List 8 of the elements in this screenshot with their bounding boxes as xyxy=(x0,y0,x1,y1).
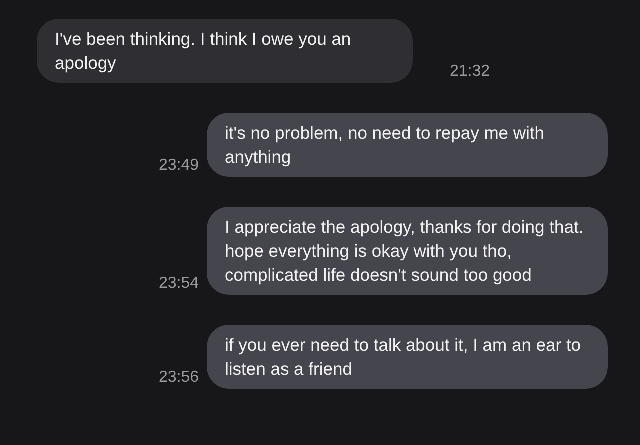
outgoing-message-bubble: it's no problem, no need to repay me with anything xyxy=(207,113,608,177)
message-time: 21:32 xyxy=(450,62,490,82)
incoming-message-bubble: I've been thinking. I think I owe you an apology xyxy=(37,19,413,83)
message-time: 23:54 xyxy=(158,274,199,294)
message-time: 23:49 xyxy=(158,156,199,176)
message-time: 23:56 xyxy=(158,368,199,388)
outgoing-message-bubble: I appreciate the apology, thanks for doing that. hope everything is okay with you tho, complicated life doesn't sound too good xyxy=(207,207,608,295)
outgoing-message-bubble: if you ever need to talk about it, I am an ear to listen as a friend xyxy=(207,325,608,389)
